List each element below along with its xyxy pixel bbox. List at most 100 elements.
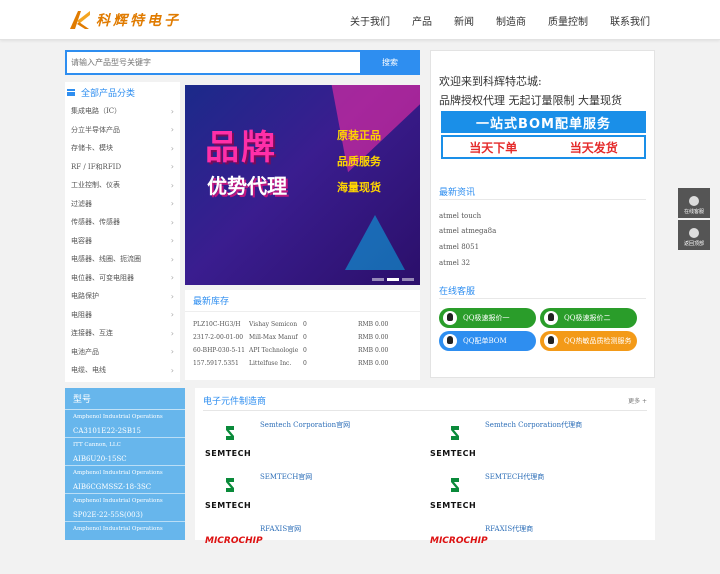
banner-subheadline: 优势代理 bbox=[207, 174, 287, 198]
nav-about[interactable]: 关于我们 bbox=[350, 13, 390, 28]
nav-manufacturers[interactable]: 制造商 bbox=[496, 13, 526, 28]
manufacturer-name[interactable]: SEMTECH代理商 bbox=[485, 472, 544, 482]
qq-icon bbox=[544, 311, 558, 325]
news-item[interactable]: atmel atmega8a bbox=[439, 227, 496, 235]
part-number-link[interactable]: SP02E-22-55S(003) bbox=[65, 508, 185, 522]
qq-icon bbox=[443, 334, 457, 348]
qq-icon bbox=[544, 334, 558, 348]
microchip-logo: MICROCHIP bbox=[430, 528, 488, 562]
category-item[interactable]: 电位器、可变电阻器 › bbox=[65, 269, 180, 288]
carousel-dots bbox=[372, 278, 414, 281]
stock-table: PLZ10C-HG3/H Vishay Semicon 0 RMB 0.00 2317-… bbox=[185, 312, 420, 370]
part-number-link[interactable]: AIB6U20-15SC bbox=[65, 452, 185, 466]
category-item[interactable]: 电感器、线圈、扼流圈 › bbox=[65, 250, 180, 269]
chevron-right-icon: › bbox=[170, 254, 174, 264]
nav-quality[interactable]: 质量控制 bbox=[548, 13, 588, 28]
category-item[interactable]: 电阻器 › bbox=[65, 306, 180, 325]
manufacturer-card[interactable]: SEMTECH Semtech Corporation官网 bbox=[205, 420, 430, 470]
manufacturer-name[interactable]: Semtech Corporation代理商 bbox=[485, 420, 582, 430]
back-to-top-button[interactable]: 返回顶部 bbox=[678, 220, 710, 250]
category-item[interactable]: 传感器、传感器 › bbox=[65, 213, 180, 232]
banner-tagline: 海量现货 bbox=[337, 181, 381, 194]
bom-banner-subtitle: 当天下单 当天发货 bbox=[441, 135, 646, 159]
manufacturer-name[interactable]: RFAXIS代理商 bbox=[485, 524, 533, 534]
stock-row[interactable]: 60-BHP-030-5-11 API Technologie 0 RMB 0.00 bbox=[185, 344, 420, 357]
category-item[interactable]: 连接器、互连 › bbox=[65, 324, 180, 343]
category-item[interactable]: RF / IF和RFID › bbox=[65, 158, 180, 177]
manufacturer-card[interactable]: SEMTECH SEMTECH代理商 bbox=[430, 472, 655, 522]
carousel-dot[interactable] bbox=[372, 278, 384, 281]
part-number-panel: 型号 Amphenol Industrial Operations CA3101E… bbox=[65, 388, 185, 540]
stock-row[interactable]: 157.5917.5351 Littelfuse Inc. 0 RMB 0.00 bbox=[185, 357, 420, 370]
qq-quote-1-button[interactable]: QQ极速报价一 bbox=[439, 308, 536, 328]
chevron-right-icon: › bbox=[170, 310, 174, 320]
carousel-dot[interactable] bbox=[402, 278, 414, 281]
search-input[interactable] bbox=[65, 50, 360, 75]
manufacturer-card[interactable]: SEMTECH Semtech Corporation代理商 bbox=[430, 420, 655, 470]
qq-quote-2-button[interactable]: QQ极速报价二 bbox=[540, 308, 637, 328]
category-item-label: 连接器、互连 bbox=[71, 329, 113, 338]
category-item-label: 电容器 bbox=[71, 236, 92, 245]
category-item[interactable]: 电路保护 › bbox=[65, 287, 180, 306]
qq-button-label: QQ热敏品质检测服务 bbox=[564, 337, 632, 345]
category-title[interactable]: 全部产品分类 bbox=[65, 82, 180, 102]
stock-quantity: 0 bbox=[303, 360, 307, 367]
online-service-button[interactable]: 在线客服 bbox=[678, 188, 710, 218]
category-item[interactable]: 集成电路（IC） › bbox=[65, 102, 180, 121]
manufacturer-name[interactable]: SEMTECH官网 bbox=[260, 472, 312, 482]
category-item[interactable]: 过滤器 › bbox=[65, 195, 180, 214]
category-item[interactable]: 电容器 › bbox=[65, 232, 180, 251]
manufacturer-card[interactable]: MICROCHIP RFAXIS代理商 bbox=[430, 524, 655, 574]
category-item[interactable]: 存储卡、模块 › bbox=[65, 139, 180, 158]
nav-news[interactable]: 新闻 bbox=[454, 13, 474, 28]
category-item[interactable]: 电池产品 › bbox=[65, 343, 180, 362]
part-number-link[interactable]: CA3101E22-2SB15 bbox=[65, 424, 185, 438]
stock-row[interactable]: 2317-2-00-01-00 Mill-Max Manuf 0 RMB 0.00 bbox=[185, 331, 420, 344]
nav-products[interactable]: 产品 bbox=[412, 13, 432, 28]
part-number-link[interactable]: AIB6CGMSSZ-18-3SC bbox=[65, 480, 185, 494]
category-item-label: 传感器、传感器 bbox=[71, 218, 120, 227]
manufacturer-name[interactable]: RFAXIS官网 bbox=[260, 524, 301, 534]
category-item[interactable]: 分立半导体产品 › bbox=[65, 121, 180, 140]
welcome-panel: 欢迎来到科辉特芯城: 品牌授权代理 无起订量限制 大量现货 一站式BOM配单服务… bbox=[430, 50, 655, 378]
search-button[interactable]: 搜索 bbox=[360, 50, 420, 75]
bom-banner-title: 一站式BOM配单服务 bbox=[441, 111, 646, 133]
news-item[interactable]: atmel 8051 bbox=[439, 243, 479, 251]
bom-ship-text: 当天发货 bbox=[569, 140, 618, 155]
news-item[interactable]: atmel touch bbox=[439, 212, 481, 220]
stock-row[interactable]: PLZ10C-HG3/H Vishay Semicon 0 RMB 0.00 bbox=[185, 318, 420, 331]
divider bbox=[203, 410, 647, 411]
qq-icon bbox=[443, 311, 457, 325]
manufacturer-name[interactable]: Semtech Corporation官网 bbox=[260, 420, 350, 430]
qq-bom-button[interactable]: QQ配单BOM bbox=[439, 331, 536, 351]
promo-banner[interactable]: 品牌 优势代理 原装正品 品质服务 海量现货 bbox=[185, 85, 420, 285]
manufacturer-card[interactable]: MICROCHIP RFAXIS官网 bbox=[205, 524, 430, 574]
menu-icon bbox=[67, 88, 75, 96]
chevron-right-icon: › bbox=[170, 236, 174, 246]
nav-contact[interactable]: 联系我们 bbox=[610, 13, 650, 28]
manufacturer-card[interactable]: SEMTECH SEMTECH官网 bbox=[205, 472, 430, 522]
more-link[interactable]: 更多 + bbox=[628, 396, 647, 405]
category-item[interactable]: 电缆、电线 › bbox=[65, 361, 180, 380]
chevron-right-icon: › bbox=[170, 328, 174, 338]
news-title: 最新资讯 bbox=[439, 188, 476, 198]
welcome-slogan: 品牌授权代理 无起订量限制 大量现货 bbox=[439, 94, 622, 107]
part-manufacturer: ITT Cannon, LLC bbox=[73, 442, 121, 448]
logo-wordmark: SEMTECH bbox=[430, 449, 477, 458]
microchip-logo: MICROCHIP bbox=[205, 528, 263, 562]
semtech-logo: SEMTECH bbox=[430, 424, 480, 458]
site-logo[interactable]: 科辉特电子 bbox=[68, 8, 181, 32]
chevron-right-icon: › bbox=[170, 180, 174, 190]
bom-service-banner[interactable]: 一站式BOM配单服务 当天下单 当天发货 bbox=[441, 111, 646, 159]
qq-quality-test-button[interactable]: QQ热敏品质检测服务 bbox=[540, 331, 637, 351]
part-manufacturer: Amphenol Industrial Operations bbox=[73, 470, 163, 476]
category-item[interactable]: 工业控制、仪表 › bbox=[65, 176, 180, 195]
semtech-mark-icon bbox=[451, 426, 459, 440]
logo-wordmark: SEMTECH bbox=[205, 449, 252, 458]
category-item-label: 分立半导体产品 bbox=[71, 125, 120, 134]
news-item[interactable]: atmel 32 bbox=[439, 259, 470, 267]
carousel-dot-active[interactable] bbox=[387, 278, 399, 281]
stock-price: RMB 0.00 bbox=[358, 334, 389, 341]
category-item-label: 电缆、电线 bbox=[71, 366, 106, 375]
chevron-right-icon: › bbox=[170, 125, 174, 135]
